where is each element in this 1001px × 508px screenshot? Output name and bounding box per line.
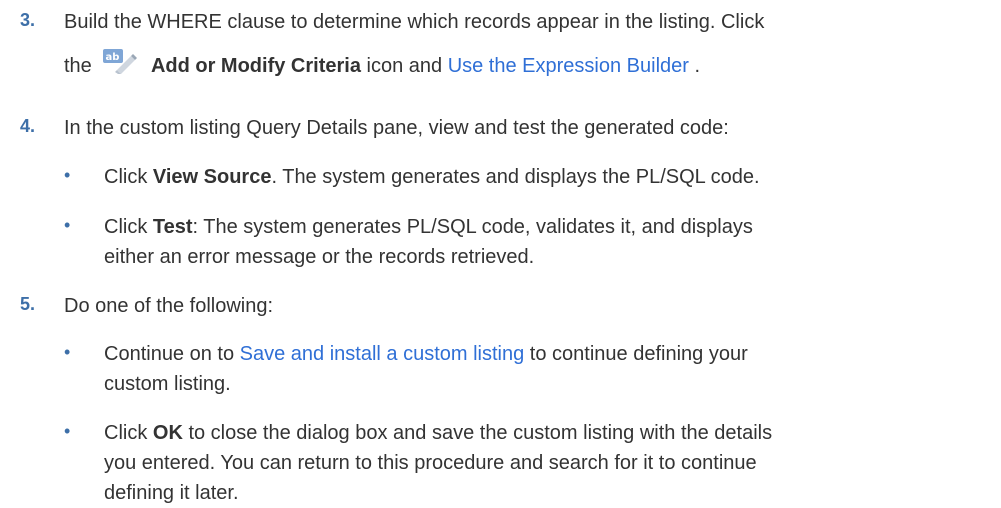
bold-term: Test (152, 216, 193, 238)
bullet-item: • Click Test: The system generates PL/SQ… (0, 212, 1001, 272)
svg-text:ab: ab (106, 52, 120, 63)
bullet-item: • Click View Source. The system generate… (0, 162, 1001, 192)
text-fragment: to continue defining your (524, 343, 748, 365)
text-fragment: the (64, 55, 92, 77)
step-text: In the custom listing Query Details pane… (64, 117, 729, 139)
step-3: 3. Build the WHERE clause to determine w… (0, 7, 1001, 81)
bold-term: OK (152, 422, 183, 444)
bullet-text: Click Test: The system generates PL/SQL … (104, 212, 1001, 242)
link-use-expression-builder[interactable]: Use the Expression Builder (448, 55, 689, 77)
text-fragment: icon and (360, 55, 448, 77)
bullet-text: Continue on to Save and install a custom… (104, 339, 1001, 369)
bullet-text: Click OK to close the dialog box and sav… (104, 418, 1001, 448)
icon-label: Add or Modify Criteria (150, 55, 361, 77)
bullet-text-line2: custom listing. (104, 373, 231, 395)
step-4: 4. In the custom listing Query Details p… (0, 113, 1001, 143)
bullet-text-line2: you entered. You can return to this proc… (104, 452, 757, 474)
step-text: Do one of the following: (64, 295, 274, 317)
add-or-modify-criteria-icon[interactable]: ab (101, 48, 138, 74)
bullet-icon: • (64, 165, 71, 185)
step-text-line2: the ab Add or Modify Criteria icon and U… (64, 48, 1001, 81)
bullet-item: • Continue on to Save and install a cust… (0, 339, 1001, 399)
bullet-icon: • (64, 342, 71, 362)
text-fragment: Click (104, 216, 153, 238)
text-fragment: Continue on to (104, 343, 240, 365)
bold-term: View Source (152, 166, 272, 188)
document-body: 3. Build the WHERE clause to determine w… (0, 0, 1001, 504)
step-5: 5. Do one of the following: (0, 291, 1001, 321)
text-fragment: Click (104, 422, 153, 444)
text-fragment: Click (104, 166, 153, 188)
step-number: 4. (20, 116, 36, 136)
bullet-text-line2: either an error message or the records r… (104, 246, 535, 268)
bullet-text: Click View Source. The system generates … (104, 162, 1001, 192)
text-fragment: : The system generates PL/SQL code, vali… (192, 216, 753, 238)
bullet-icon: • (64, 215, 71, 235)
bullet-text-line3: defining it later. (104, 482, 239, 504)
bullet-icon: • (64, 421, 71, 441)
text-fragment: . (688, 55, 701, 77)
link-save-and-install-custom-listing[interactable]: Save and install a custom listing (240, 343, 525, 365)
text-fragment: . The system generates and displays the … (271, 166, 760, 188)
bullet-item: • Click OK to close the dialog box and s… (0, 418, 1001, 508)
step-text: Build the WHERE clause to determine whic… (64, 11, 765, 33)
text-fragment: to close the dialog box and save the cus… (182, 422, 773, 444)
step-number: 5. (20, 294, 36, 314)
step-number: 3. (20, 10, 36, 30)
